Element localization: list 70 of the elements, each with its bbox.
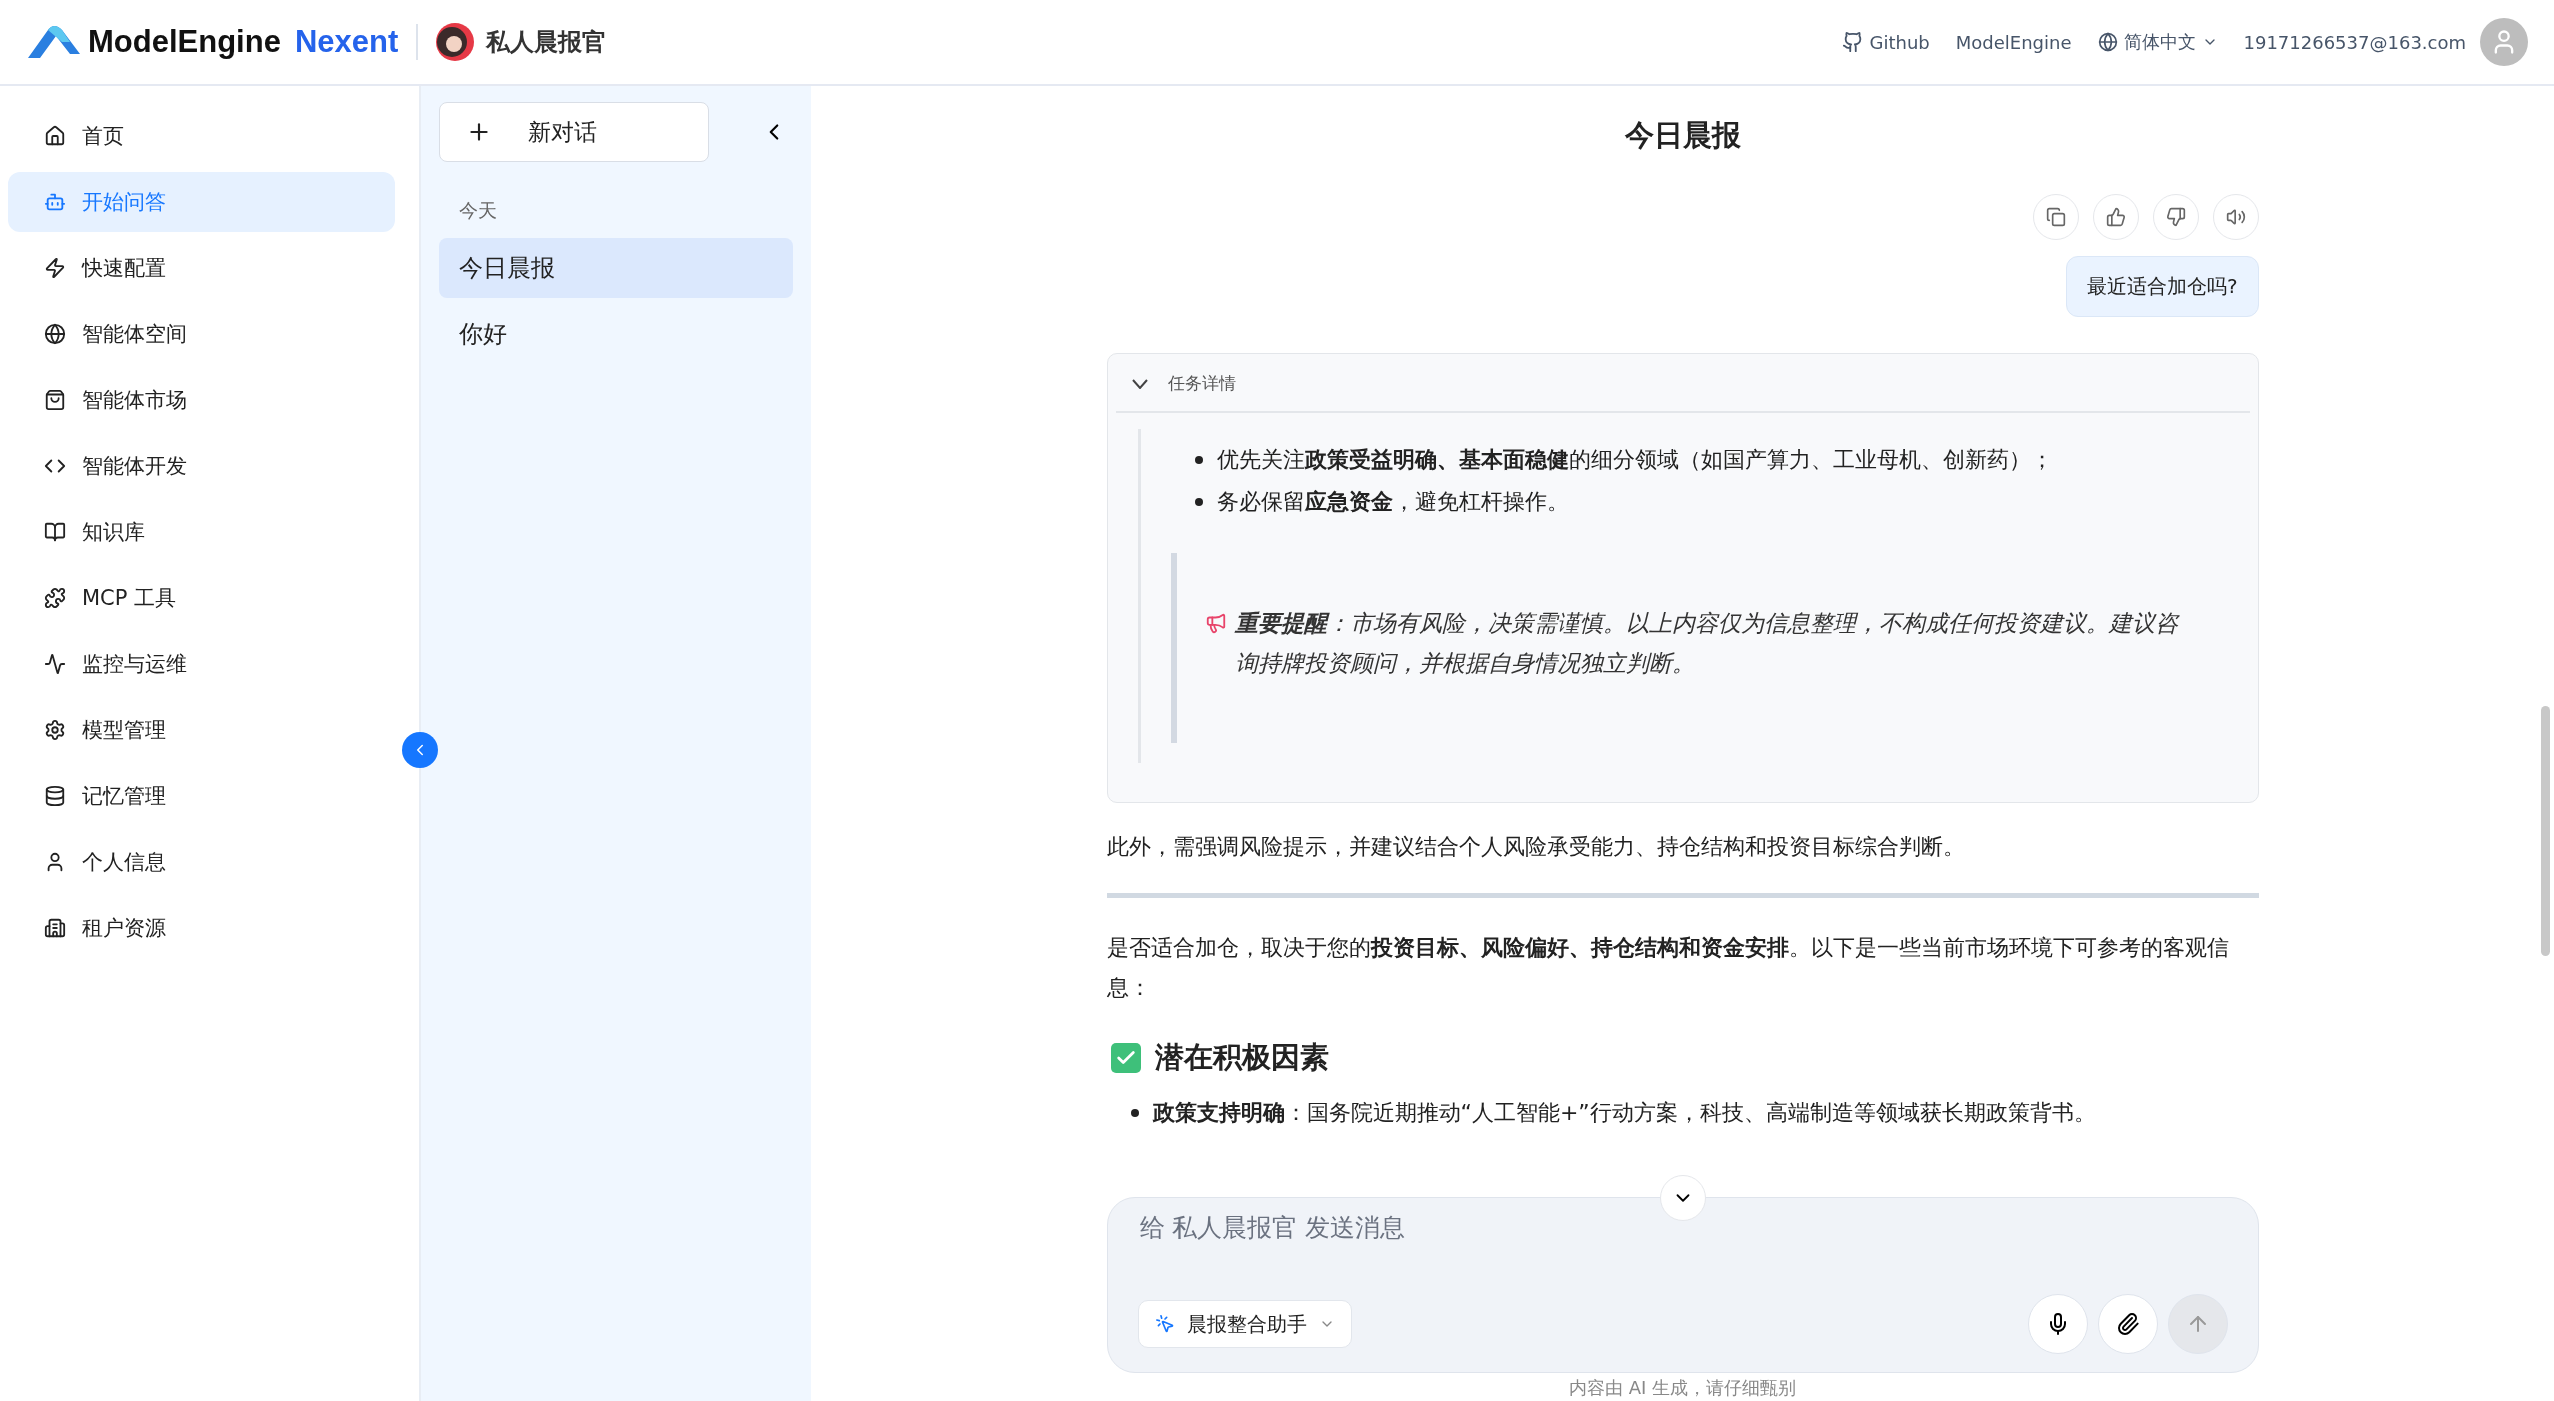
nav-item[interactable]: 个人信息 <box>8 832 395 892</box>
bullet-text: 优先关注政策受益明确、基本面稳健的细分领域（如国产算力、工业母机、创新药）； <box>1216 446 2053 474</box>
notice-text: 重要提醒：市场有风险，决策需谨慎。以上内容仅为信息整理，不构成任何投资建议。建议咨询持牌投资顾问，并根据自身情况独立判断。 <box>1234 609 2178 678</box>
copy-icon <box>2045 207 2066 227</box>
speaker-icon <box>2225 207 2246 227</box>
nav-item[interactable]: 租户资源 <box>8 898 395 958</box>
nav-item[interactable]: 知识库 <box>8 502 395 562</box>
github-icon <box>1841 31 1864 53</box>
chat-title: 今日晨报 <box>1623 117 1742 154</box>
bullet-icon <box>1130 1109 1139 1117</box>
bullet-text: 务必保留应急资金，避免杠杆操作。 <box>1216 488 1569 516</box>
header-link[interactable]: ModelEngine <box>1955 31 2072 53</box>
nav-item[interactable]: 智能体市场 <box>8 370 395 430</box>
user-message: 最近适合加仓吗? <box>2065 256 2259 317</box>
language-select[interactable]: 简体中文 <box>2097 30 2218 54</box>
gear-icon <box>44 719 66 741</box>
building-icon <box>44 917 66 939</box>
bag-icon <box>44 389 66 411</box>
database-icon <box>44 785 66 807</box>
home-icon <box>44 125 66 147</box>
logo-icon <box>26 24 82 60</box>
nav-item[interactable]: MCP 工具 <box>8 568 395 628</box>
puzzle-icon <box>44 587 66 609</box>
nav-item[interactable]: 首页 <box>8 106 395 166</box>
nav-item[interactable]: 记忆管理 <box>8 766 395 826</box>
agent-avatar <box>436 23 475 61</box>
paperclip-icon <box>2115 1312 2140 1336</box>
chevron-down-icon <box>1131 378 1148 389</box>
user-email: 19171266537@163.com <box>2243 31 2466 53</box>
copy-button[interactable] <box>2032 194 2079 240</box>
conversation-item[interactable]: 今日晨报 <box>439 238 793 298</box>
brand-name: ModelEngine <box>88 24 281 60</box>
globe-icon <box>2097 32 2118 52</box>
book-icon <box>44 521 66 543</box>
pointer-click-icon <box>1154 1314 1175 1334</box>
task-details-toggle[interactable]: 任务详情 <box>1115 354 2250 413</box>
product-name: Nexent <box>294 24 399 60</box>
dislike-button[interactable] <box>2152 194 2199 240</box>
bullet-icon <box>1194 498 1203 506</box>
agent-select[interactable]: 晨报整合助手 <box>1137 1300 1352 1348</box>
agent-name: 私人晨报官 <box>486 27 607 58</box>
pulse-icon <box>44 653 66 675</box>
check-icon <box>1110 1043 1141 1073</box>
nav-item[interactable]: 开始问答 <box>8 172 395 232</box>
nav-item[interactable]: 快速配置 <box>8 238 395 298</box>
globe-icon <box>44 323 66 345</box>
nav-item[interactable]: 智能体开发 <box>8 436 395 496</box>
robot-icon <box>44 191 66 213</box>
like-button[interactable] <box>2092 194 2139 240</box>
scrollbar[interactable] <box>2541 706 2550 956</box>
speaker-button[interactable] <box>2212 194 2259 240</box>
section-heading: 潜在积极因素 <box>1154 1039 1329 1076</box>
answer-paragraph: 此外，需强调风险提示，并建议结合个人风险承受能力、持仓结构和投资目标综合判断。 <box>1106 833 1966 861</box>
thumbs-down-icon <box>2165 207 2186 227</box>
new-chat-button[interactable]: 新对话 <box>439 102 709 162</box>
bullet-text: 政策支持明确：国务院近期推动“人工智能+”行动方案，科技、高端制造等领域获长期政策背书。 <box>1152 1099 2096 1127</box>
header-link[interactable]: Github <box>1841 31 1930 53</box>
thumbs-up-icon <box>2105 207 2126 227</box>
group-label: 今天 <box>458 198 498 223</box>
bullet-icon <box>1194 456 1203 464</box>
message-input[interactable]: 给 私人晨报官 发送消息 晨报整合助手 <box>1106 1197 2259 1373</box>
nav-item[interactable]: 模型管理 <box>8 700 395 760</box>
disclaimer-text: 内容由 AI 生成，请仔细甄别 <box>1568 1377 1797 1399</box>
nav-item[interactable]: 智能体空间 <box>8 304 395 364</box>
conversation-item[interactable]: 你好 <box>439 304 793 364</box>
lightning-icon <box>44 257 66 279</box>
answer-paragraph: 是否适合加仓，取决于您的投资目标、风险偏好、持仓结构和资金安排。以下是一些当前市场环境下可参考的客观信息： <box>1106 934 2230 1002</box>
collapse-button[interactable] <box>402 732 438 768</box>
megaphone-icon <box>1204 612 1227 634</box>
nav-item[interactable]: 监控与运维 <box>8 634 395 694</box>
